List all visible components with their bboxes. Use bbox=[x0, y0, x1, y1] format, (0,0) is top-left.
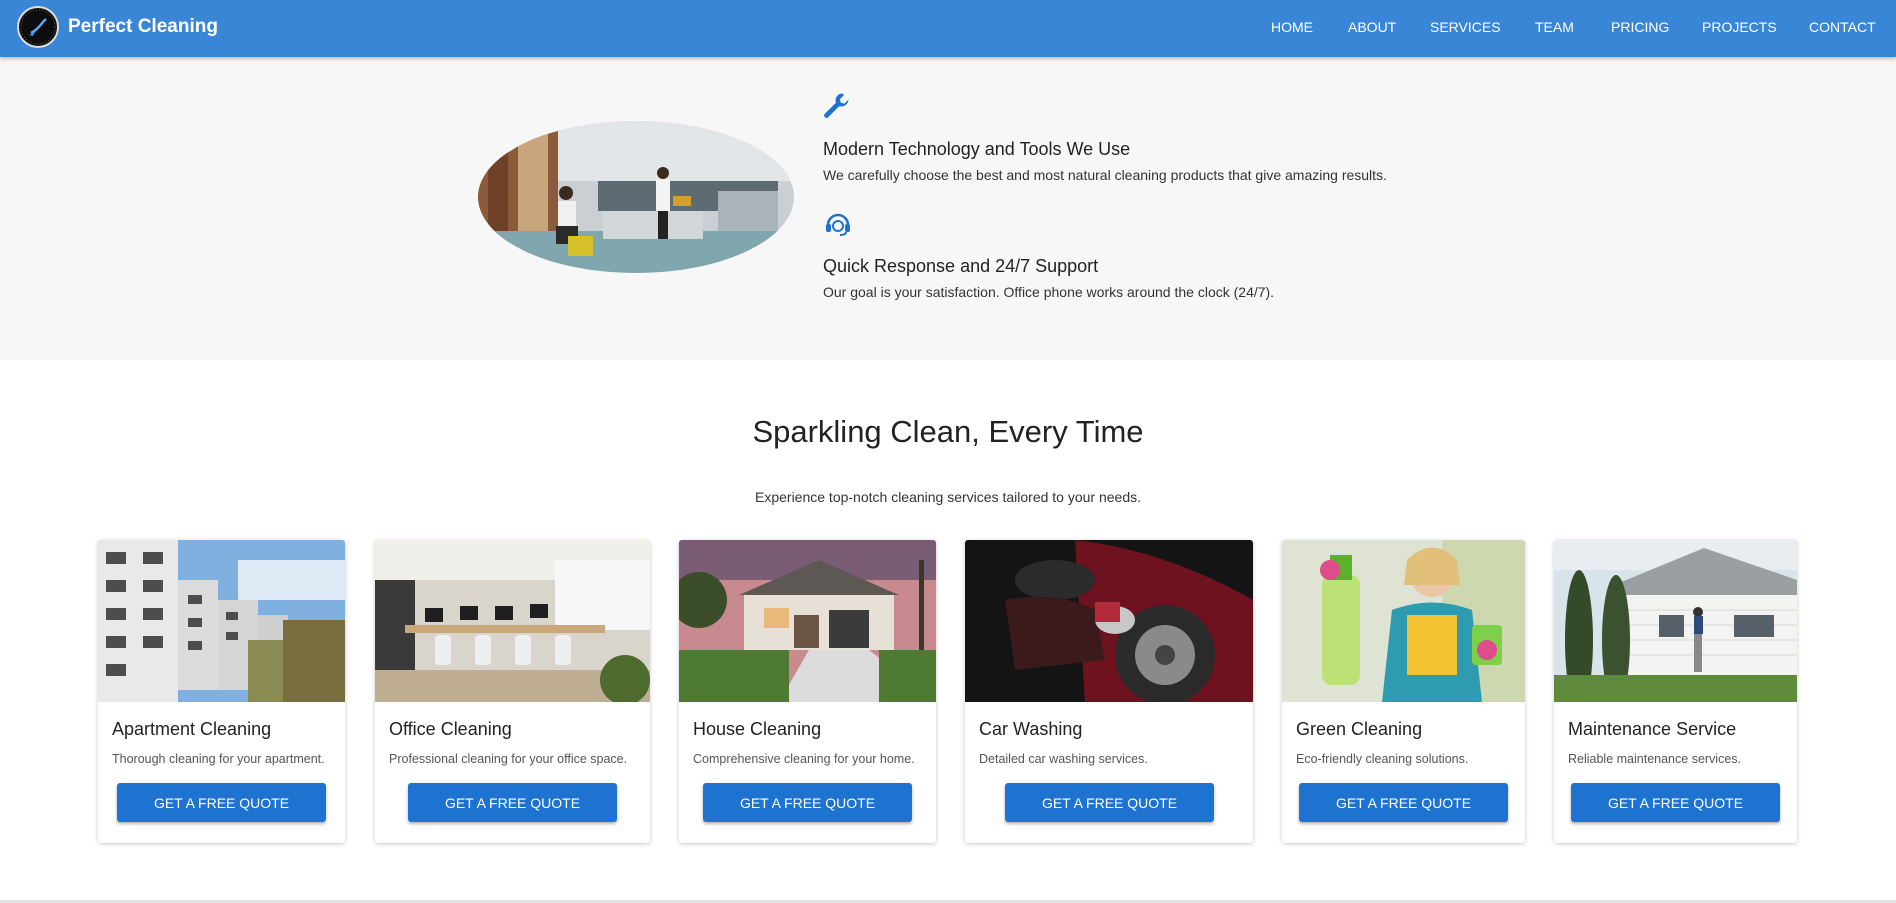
nav-about[interactable]: ABOUT bbox=[1348, 19, 1396, 35]
service-card-apartment: Apartment Cleaning Thorough cleaning for… bbox=[98, 540, 345, 843]
nav-services[interactable]: SERVICES bbox=[1430, 19, 1501, 35]
services-heading: Sparkling Clean, Every Time bbox=[752, 414, 1144, 449]
get-quote-button[interactable]: GET A FREE QUOTE bbox=[408, 783, 617, 822]
nav-team[interactable]: TEAM bbox=[1535, 19, 1574, 35]
car-washing-photo bbox=[965, 540, 1253, 702]
feature-text-technology: We carefully choose the best and most na… bbox=[823, 167, 1387, 183]
service-card-house: House Cleaning Comprehensive cleaning fo… bbox=[679, 540, 936, 843]
brand-logo[interactable] bbox=[17, 6, 59, 48]
card-title: Car Washing bbox=[979, 719, 1083, 739]
services-subheading: Experience top-notch cleaning services t… bbox=[755, 489, 1141, 505]
office-photo bbox=[375, 540, 650, 702]
nav-projects[interactable]: PROJECTS bbox=[1702, 19, 1777, 35]
card-title: Apartment Cleaning bbox=[112, 719, 272, 739]
get-quote-button[interactable]: GET A FREE QUOTE bbox=[1299, 783, 1508, 822]
card-description: Detailed car washing services. bbox=[979, 752, 1148, 766]
card-title: Maintenance Service bbox=[1568, 719, 1737, 739]
nav-pricing[interactable]: PRICING bbox=[1611, 19, 1669, 35]
card-description: Eco-friendly cleaning solutions. bbox=[1296, 752, 1469, 766]
card-title: House Cleaning bbox=[693, 719, 822, 739]
feature-text-support: Our goal is your satisfaction. Office ph… bbox=[823, 284, 1275, 300]
support-headset-icon bbox=[824, 211, 852, 242]
brand-name[interactable]: Perfect Cleaning bbox=[68, 16, 218, 38]
nav-home[interactable]: HOME bbox=[1271, 19, 1313, 35]
feature-title-technology: Modern Technology and Tools We Use bbox=[823, 139, 1131, 159]
apartment-photo bbox=[98, 540, 345, 702]
get-quote-button[interactable]: GET A FREE QUOTE bbox=[117, 783, 326, 822]
features-section: Modern Technology and Tools We Use We ca… bbox=[0, 57, 1896, 360]
green-cleaning-photo bbox=[1282, 540, 1525, 702]
feature-title-support: Quick Response and 24/7 Support bbox=[823, 256, 1099, 276]
card-description: Professional cleaning for your office sp… bbox=[389, 752, 628, 766]
get-quote-button[interactable]: GET A FREE QUOTE bbox=[1005, 783, 1214, 822]
card-description: Thorough cleaning for your apartment. bbox=[112, 752, 325, 766]
house-photo bbox=[679, 540, 936, 702]
get-quote-button[interactable]: GET A FREE QUOTE bbox=[1571, 783, 1780, 822]
service-card-green: Green Cleaning Eco-friendly cleaning sol… bbox=[1282, 540, 1525, 843]
maintenance-photo bbox=[1554, 540, 1797, 702]
office-cleaning-photo bbox=[478, 121, 794, 273]
get-quote-button[interactable]: GET A FREE QUOTE bbox=[703, 783, 912, 822]
service-card-office: Office Cleaning Professional cleaning fo… bbox=[375, 540, 650, 843]
card-title: Office Cleaning bbox=[389, 719, 512, 739]
top-navbar: Perfect Cleaning HOME ABOUT SERVICES TEA… bbox=[0, 0, 1896, 57]
service-card-maintenance: Maintenance Service Reliable maintenance… bbox=[1554, 540, 1797, 843]
card-description: Comprehensive cleaning for your home. bbox=[693, 752, 915, 766]
wrench-icon bbox=[822, 91, 852, 126]
service-card-car: Car Washing Detailed car washing service… bbox=[965, 540, 1253, 843]
card-description: Reliable maintenance services. bbox=[1568, 752, 1742, 766]
nav-contact[interactable]: CONTACT bbox=[1809, 19, 1876, 35]
card-title: Green Cleaning bbox=[1296, 719, 1423, 739]
